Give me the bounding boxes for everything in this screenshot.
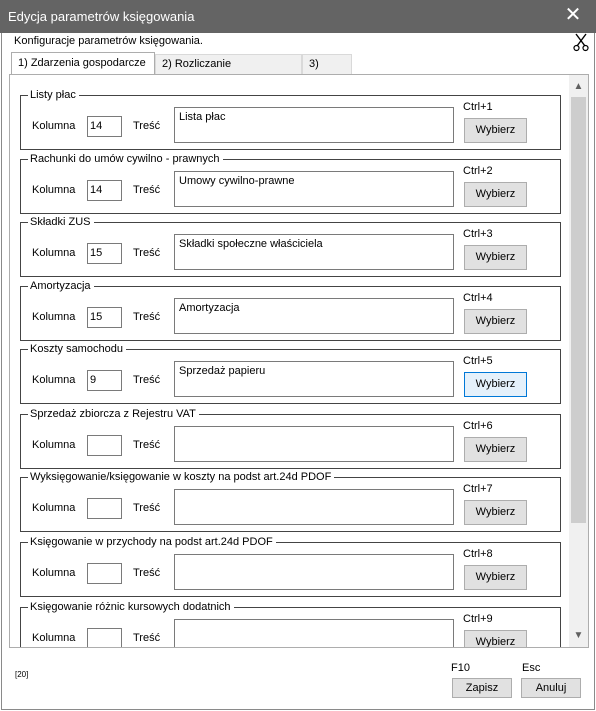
content-input[interactable] — [174, 619, 454, 647]
select-button[interactable]: Wybierz — [464, 565, 527, 590]
group-title: Księgowanie w przychody na podst art.24d… — [28, 535, 276, 549]
select-button[interactable]: Wybierz — [464, 372, 527, 397]
content-label: Treść — [133, 567, 161, 579]
param-group: Listy płac Kolumna 14 Treść Lista płac Ctrl+1… — [20, 88, 561, 150]
column-label: Kolumna — [32, 374, 76, 386]
content-label: Treść — [133, 439, 161, 451]
group-title: Sprzedaż zbiorcza z Rejestru VAT — [28, 407, 199, 421]
shortcut-label: Ctrl+6 — [463, 420, 493, 432]
select-button[interactable]: Wybierz — [464, 245, 527, 270]
content-label: Treść — [133, 374, 161, 386]
column-label: Kolumna — [32, 311, 76, 323]
content-label: Treść — [133, 184, 161, 196]
group-title: Składki ZUS — [28, 215, 94, 229]
scissors-icon[interactable] — [573, 32, 589, 52]
column-input[interactable] — [87, 628, 122, 647]
param-group: Składki ZUS Kolumna 15 Treść Składki społecz… — [20, 215, 561, 277]
content-label: Treść — [133, 632, 161, 644]
content-input[interactable] — [174, 426, 454, 462]
content-label: Treść — [133, 502, 161, 514]
shortcut-label: Ctrl+3 — [463, 228, 493, 240]
window-title: Edycja parametrów księgowania — [8, 9, 195, 24]
param-group: Księgowanie w przychody na podst art.24d… — [20, 535, 561, 597]
select-button[interactable]: Wybierz — [464, 182, 527, 207]
shortcut-label: Ctrl+7 — [463, 483, 493, 495]
save-button[interactable]: Zapisz — [452, 678, 512, 698]
scroll-up-icon[interactable]: ▲ — [569, 78, 588, 95]
column-input[interactable] — [87, 563, 122, 584]
content-input[interactable]: Amortyzacja — [174, 298, 454, 334]
column-label: Kolumna — [32, 120, 76, 132]
content-input[interactable] — [174, 554, 454, 590]
group-title: Wyksięgowanie/księgowanie w koszty na po… — [28, 470, 335, 484]
column-label: Kolumna — [32, 439, 76, 451]
footer-code: [20] — [15, 670, 29, 679]
content-input[interactable]: Umowy cywilno-prawne — [174, 171, 454, 207]
column-input[interactable]: 15 — [87, 307, 122, 328]
close-icon[interactable]: ✕ — [550, 0, 596, 33]
header-description: Konfiguracje parametrów księgowania. — [14, 35, 203, 47]
scroll-down-icon[interactable]: ▼ — [569, 627, 588, 644]
cancel-shortcut: Esc — [522, 662, 541, 674]
column-input[interactable]: 14 — [87, 180, 122, 201]
save-shortcut: F10 — [451, 662, 470, 674]
content-input[interactable]: Lista płac — [174, 107, 454, 143]
select-button[interactable]: Wybierz — [464, 500, 527, 525]
column-input[interactable]: 9 — [87, 370, 122, 391]
select-button[interactable]: Wybierz — [464, 437, 527, 462]
column-input[interactable]: 15 — [87, 243, 122, 264]
content-input[interactable]: Sprzedaż papieru — [174, 361, 454, 397]
param-group: Amortyzacja Kolumna 15 Treść Amortyzacja Ctrl… — [20, 279, 561, 341]
vertical-scrollbar[interactable]: ▲ ▼ — [569, 75, 588, 647]
tab-zdarzenia-gospodarcze[interactable]: 1) Zdarzenia gospodarcze — [11, 52, 155, 75]
param-group: Wyksięgowanie/księgowanie w koszty na po… — [20, 470, 561, 532]
shortcut-label: Ctrl+9 — [463, 613, 493, 625]
content-input[interactable]: Składki społeczne właściciela — [174, 234, 454, 270]
tab-panel: Listy płac Kolumna 14 Treść Lista płac Ctrl+1… — [9, 74, 589, 648]
column-label: Kolumna — [32, 632, 76, 644]
group-title: Listy płac — [28, 88, 79, 102]
shortcut-label: Ctrl+4 — [463, 292, 493, 304]
column-label: Kolumna — [32, 184, 76, 196]
group-title: Koszty samochodu — [28, 342, 126, 356]
scroll-thumb[interactable] — [571, 97, 586, 523]
shortcut-label: Ctrl+5 — [463, 355, 493, 367]
tab-place[interactable]: 3) Płace — [302, 54, 352, 88]
group-title: Rachunki do umów cywilno - prawnych — [28, 152, 223, 166]
column-input[interactable] — [87, 435, 122, 456]
column-input[interactable] — [87, 498, 122, 519]
column-label: Kolumna — [32, 247, 76, 259]
param-group: Koszty samochodu Kolumna 9 Treść Sprzedaż pa… — [20, 342, 561, 404]
content-input[interactable] — [174, 489, 454, 525]
shortcut-label: Ctrl+1 — [463, 101, 493, 113]
shortcut-label: Ctrl+2 — [463, 165, 493, 177]
select-button[interactable]: Wybierz — [464, 118, 527, 143]
select-button[interactable]: Wybierz — [464, 630, 527, 647]
tab-rozliczanie-dokumentow[interactable]: 2) Rozliczanie dokumentów — [155, 54, 302, 88]
shortcut-label: Ctrl+8 — [463, 548, 493, 560]
column-label: Kolumna — [32, 567, 76, 579]
content-label: Treść — [133, 311, 161, 323]
title-bar: Edycja parametrów księgowania ✕ — [0, 0, 596, 33]
content-label: Treść — [133, 120, 161, 132]
select-button[interactable]: Wybierz — [464, 309, 527, 334]
column-input[interactable]: 14 — [87, 116, 122, 137]
param-group: Sprzedaż zbiorcza z Rejestru VAT Kolumna T… — [20, 407, 561, 469]
param-group: Księgowanie różnic kursowych dodatnich Ko… — [20, 600, 561, 647]
cancel-button[interactable]: Anuluj — [521, 678, 581, 698]
content-label: Treść — [133, 247, 161, 259]
column-label: Kolumna — [32, 502, 76, 514]
param-group: Rachunki do umów cywilno - prawnych Kolum… — [20, 152, 561, 214]
group-title: Księgowanie różnic kursowych dodatnich — [28, 600, 234, 614]
group-title: Amortyzacja — [28, 279, 94, 293]
